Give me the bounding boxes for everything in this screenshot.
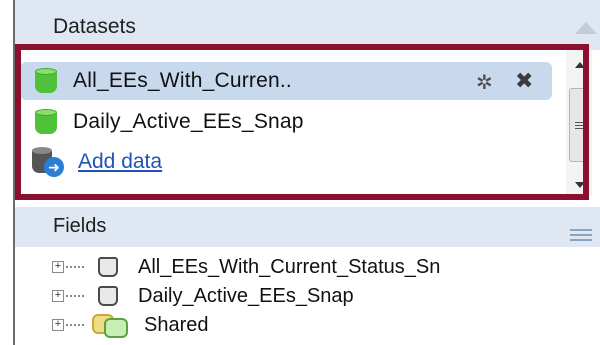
table-icon <box>98 286 118 306</box>
field-item-label: Daily_Active_EEs_Snap <box>138 284 354 307</box>
field-item-label: Shared <box>144 313 209 336</box>
shared-icon <box>92 312 136 338</box>
expand-icon[interactable]: + <box>52 290 64 302</box>
field-item-shared[interactable]: + Shared <box>52 312 209 338</box>
fields-title: Fields <box>53 215 107 237</box>
highlight-frame <box>15 44 589 200</box>
collapse-arrow-icon[interactable] <box>575 22 597 34</box>
left-margin <box>0 0 13 345</box>
datasets-header: Datasets <box>15 0 600 50</box>
field-item-label: All_EEs_With_Current_Status_Sn <box>138 255 441 278</box>
field-item-daily-active[interactable]: + Daily_Active_EEs_Snap <box>52 283 354 309</box>
datasets-title: Datasets <box>53 15 136 38</box>
table-icon <box>98 257 118 277</box>
fields-header: Fields <box>15 207 600 247</box>
field-item-all-ees[interactable]: + All_EEs_With_Current_Status_Sn <box>52 254 440 280</box>
menu-icon[interactable] <box>570 229 592 231</box>
expand-icon[interactable]: + <box>52 261 64 273</box>
expand-icon[interactable]: + <box>52 319 64 331</box>
